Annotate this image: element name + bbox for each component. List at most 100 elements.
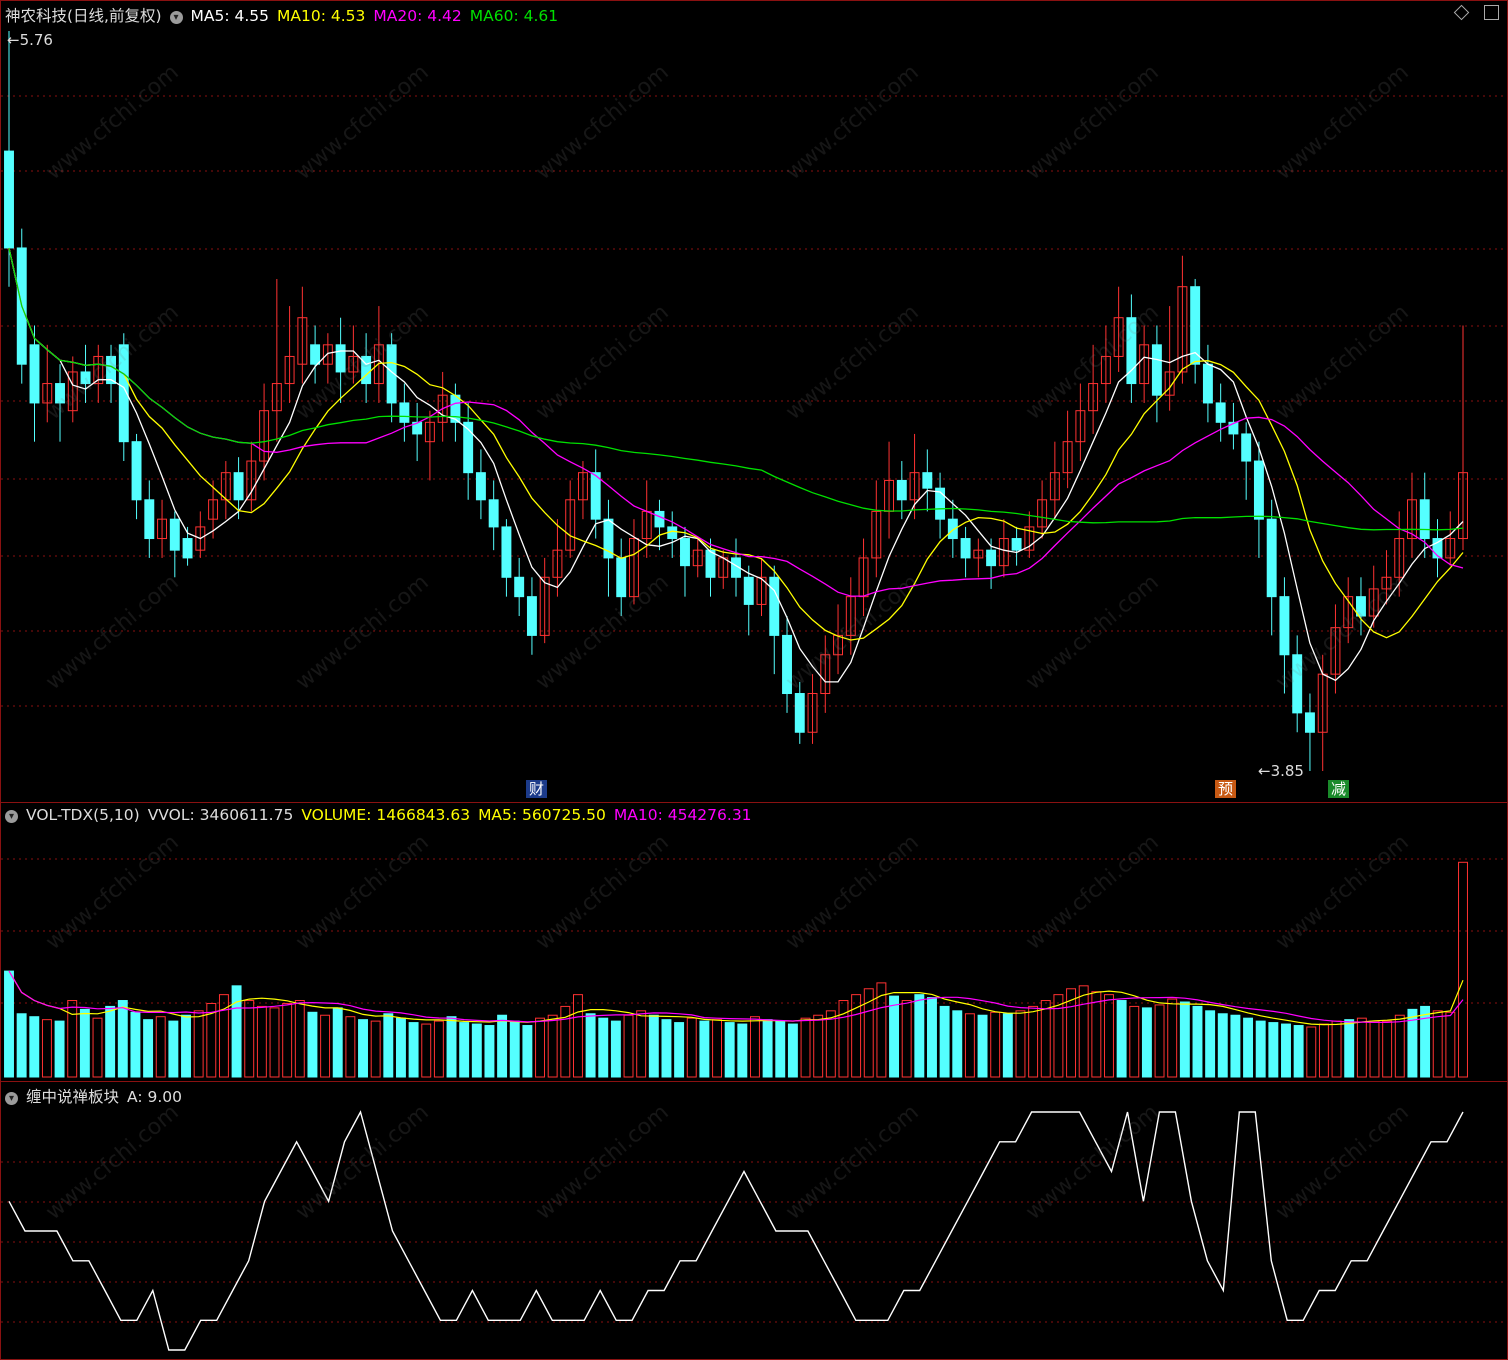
volume-bar <box>1268 1022 1279 1078</box>
volume-bar <box>1217 1013 1228 1078</box>
volume-bar <box>952 1010 963 1078</box>
volume-bar <box>610 1020 621 1078</box>
volume-bar <box>800 1017 811 1078</box>
volume-bar <box>383 1013 394 1078</box>
volume-bar <box>1255 1020 1266 1078</box>
volume-indicator-name: VOL-TDX(5,10) <box>26 806 140 824</box>
ma5-line <box>8 247 1464 683</box>
ma20-readout: MA20: 4.42 <box>373 7 462 25</box>
high-price-marker: ←5.76 <box>7 31 53 49</box>
volume-readout: VOLUME: 1466843.63 <box>301 806 471 824</box>
volume-bar <box>1356 1017 1367 1078</box>
volume-bar <box>29 1016 40 1078</box>
volume-bar <box>1306 1026 1317 1078</box>
indicator-line <box>8 1110 1464 1351</box>
indicator-value-readout: A: 9.00 <box>127 1088 183 1106</box>
price-chart-panel[interactable]: 神农科技(日线,前复权) ▾ MA5: 4.55 MA10: 4.53 MA20: 4.… <box>0 0 1508 803</box>
volume-bar <box>1167 998 1178 1078</box>
candle-body <box>654 510 665 528</box>
indicator-chart-panel[interactable]: ▾ 缠中说禅板块 A: 9.00 <box>0 1081 1508 1360</box>
price-chart-canvas[interactable] <box>1 1 1507 802</box>
candle-body <box>1419 499 1430 540</box>
volume-bar <box>117 1000 128 1078</box>
volume-bar <box>370 1020 381 1078</box>
candle-body <box>782 634 792 695</box>
volume-chart-panel[interactable]: ▾ VOL-TDX(5,10) VVOL: 3460611.75 VOLUME: 14… <box>0 802 1508 1082</box>
volume-bar <box>1015 1010 1026 1078</box>
indicator-dropdown-icon[interactable]: ▾ <box>169 11 183 24</box>
volume-bar <box>1040 1000 1051 1078</box>
volume-bar <box>320 1014 331 1078</box>
low-price-marker: ←3.85 <box>1258 762 1304 780</box>
volume-bar <box>332 1007 343 1078</box>
indicator-name: 缠中说禅板块 <box>26 1088 120 1106</box>
volume-bar <box>547 1014 558 1078</box>
volume-bar <box>699 1020 710 1078</box>
volume-ma5-line <box>8 970 1464 1026</box>
volume-bar <box>1344 1019 1355 1078</box>
volume-bar <box>244 1000 255 1078</box>
volume-bar <box>636 1010 647 1078</box>
volume-bar <box>1445 1011 1456 1078</box>
volume-bar <box>181 1014 191 1078</box>
volume-bar <box>433 1020 444 1078</box>
ma60-line <box>8 247 1464 531</box>
volume-bar <box>522 1025 533 1078</box>
volume-bar <box>256 1005 267 1078</box>
volume-bar <box>1179 1001 1190 1078</box>
volume-bar <box>1382 1020 1393 1078</box>
volume-bar <box>990 1011 1001 1078</box>
volume-bar <box>1394 1014 1405 1078</box>
volume-bar <box>535 1017 545 1078</box>
candle-body <box>514 576 525 598</box>
candle-body <box>144 499 155 540</box>
volume-bar <box>395 1017 406 1078</box>
candle-body <box>680 538 690 567</box>
volume-bar <box>143 1019 154 1078</box>
indicator-chart-canvas[interactable] <box>1 1082 1507 1359</box>
volume-bar <box>4 970 14 1078</box>
vol-ma10-readout: MA10: 454276.31 <box>613 806 752 824</box>
volume-bar <box>1318 1023 1329 1078</box>
candle-body <box>1279 596 1290 656</box>
candle-body <box>29 344 40 404</box>
candle-body <box>794 693 805 733</box>
volume-panel-header: ▾ VOL-TDX(5,10) VVOL: 3460611.75 VOLUME: 14… <box>5 806 760 824</box>
volume-bar <box>1129 1005 1140 1078</box>
volume-bar <box>1078 985 1089 1078</box>
volume-bar <box>408 1022 419 1078</box>
volume-bar <box>484 1025 495 1078</box>
volume-bar <box>686 1017 697 1078</box>
forecast-event-tag[interactable]: 预 <box>1215 780 1237 798</box>
reduction-event-tag[interactable]: 减 <box>1328 780 1350 798</box>
candle-body <box>1151 344 1162 396</box>
vvol-readout: VVOL: 3460611.75 <box>147 806 294 824</box>
finance-event-tag[interactable]: 财 <box>526 780 548 798</box>
volume-chart-canvas[interactable] <box>1 803 1507 1081</box>
candle-body <box>233 472 244 501</box>
volume-dropdown-icon[interactable]: ▾ <box>5 810 18 823</box>
volume-bar <box>130 1011 141 1078</box>
volume-bar <box>282 1002 293 1078</box>
volume-bar <box>927 997 937 1078</box>
volume-bar <box>648 1014 659 1078</box>
candle-body <box>616 557 627 598</box>
volume-bar <box>509 1020 520 1078</box>
ma5-readout: MA5: 4.55 <box>190 7 270 25</box>
candle-body <box>603 518 614 559</box>
volume-bar <box>977 1014 988 1078</box>
volume-bar <box>193 1010 204 1078</box>
indicator-panel-header: ▾ 缠中说禅板块 A: 9.00 <box>5 1085 190 1107</box>
candle-body <box>1241 433 1252 462</box>
candle-body <box>1202 363 1213 404</box>
indicator-panel-dropdown-icon[interactable]: ▾ <box>5 1092 18 1105</box>
volume-bar <box>1116 1000 1127 1078</box>
volume-bar <box>446 1016 457 1078</box>
volume-bar <box>231 985 242 1078</box>
volume-bar <box>787 1023 798 1078</box>
candle-body <box>4 150 14 249</box>
candle-body <box>960 538 971 559</box>
stock-title: 神农科技(日线,前复权) <box>5 7 162 25</box>
window-maximize-icon[interactable] <box>1484 5 1499 20</box>
volume-bar <box>1192 1005 1203 1078</box>
